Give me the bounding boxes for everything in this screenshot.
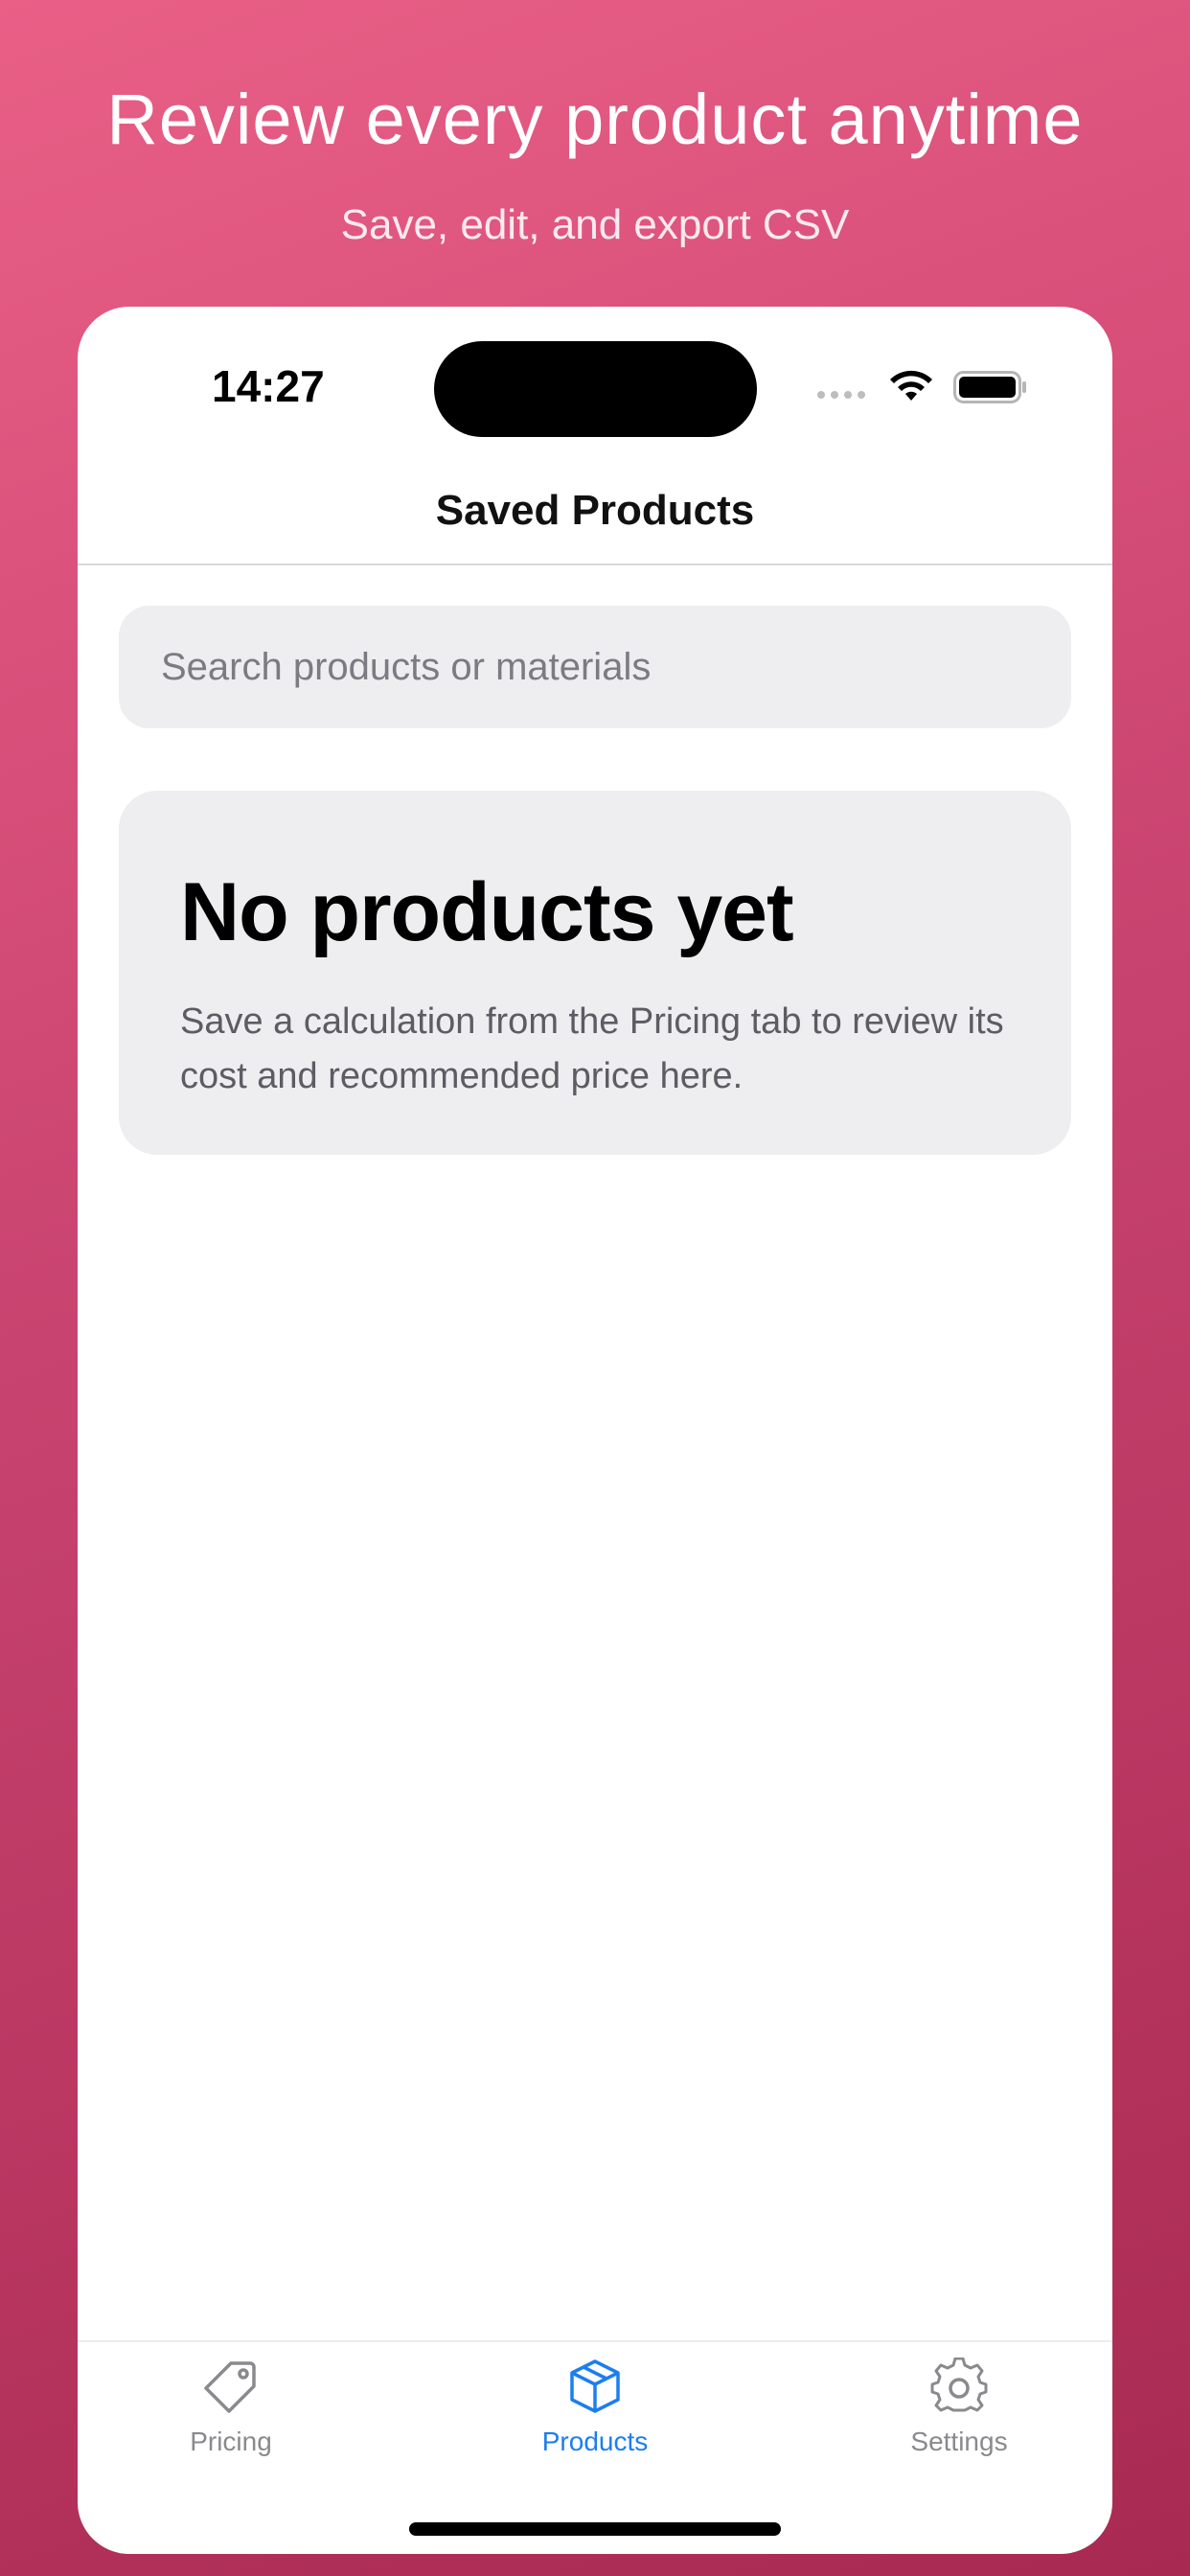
home-indicator[interactable] [409,2522,781,2536]
wifi-icon [890,370,932,401]
tab-settings[interactable]: Settings [844,2358,1074,2457]
tab-products[interactable]: Products [480,2358,710,2457]
dynamic-island [434,341,757,437]
tab-settings-label: Settings [910,2426,1008,2456]
battery-icon [953,371,1026,403]
gear-icon [930,2358,988,2412]
tab-products-label: Products [541,2426,649,2456]
empty-state-description: Save a calculation from the Pricing tab … [180,1001,1004,1096]
tab-pricing[interactable]: Pricing [116,2358,346,2457]
promo-headline: Review every product anytime [106,80,1084,159]
tag-icon [204,2361,256,2413]
phone-screen: 14:27 Saved Products No products yet Sav… [78,307,1112,2554]
page-title: Saved Products [435,487,755,534]
box-icon [570,2359,620,2413]
nav-divider [78,564,1112,565]
empty-state-title: No products yet [180,866,794,958]
signal-dots-icon [817,391,865,399]
status-time: 14:27 [212,361,325,411]
search-input[interactable] [119,606,1071,728]
tabbar-divider [78,2340,1112,2342]
tab-pricing-label: Pricing [190,2426,272,2456]
promo-subline: Save, edit, and export CSV [340,201,850,248]
empty-state-card: No products yet Save a calculation from … [119,791,1071,1155]
